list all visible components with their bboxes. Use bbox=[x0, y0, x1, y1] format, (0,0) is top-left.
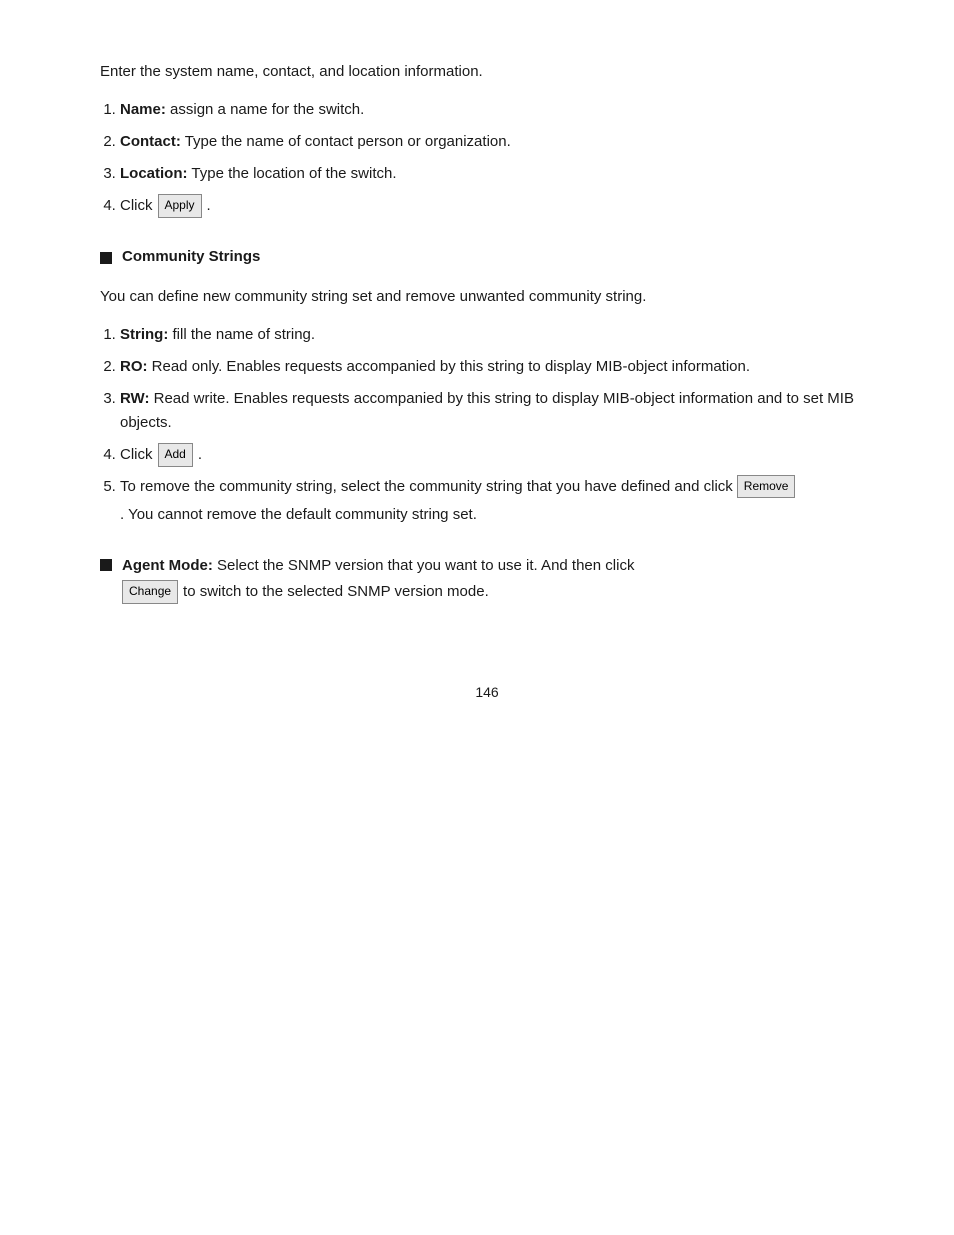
cs-step1-label: String: bbox=[120, 326, 168, 343]
click-prefix: Click bbox=[120, 194, 153, 218]
agent-mode-title: Agent Mode: bbox=[122, 557, 213, 574]
cs-step3-label: RW: bbox=[120, 390, 149, 407]
community-strings-steps: String: fill the name of string. RO: Rea… bbox=[120, 323, 874, 527]
remove-button[interactable]: Remove bbox=[737, 475, 796, 498]
agent-mode-bullet bbox=[100, 559, 112, 571]
cs-step-5: To remove the community string, select t… bbox=[120, 475, 874, 527]
remove-prefix: To remove the community string, select t… bbox=[120, 475, 733, 499]
cs-step2-text: Read only. Enables requests accompanied … bbox=[148, 358, 751, 375]
cs-step-3: RW: Read write. Enables requests accompa… bbox=[120, 387, 874, 435]
click-add-suffix: . bbox=[198, 443, 202, 467]
intro-step-3: Location: Type the location of the switc… bbox=[120, 162, 874, 186]
step2-label: Contact: bbox=[120, 133, 181, 150]
community-strings-header: Community Strings bbox=[100, 248, 874, 265]
intro-step-4: Click Apply. bbox=[120, 194, 874, 218]
step1-label: Name: bbox=[120, 101, 166, 118]
community-strings-title: Community Strings bbox=[122, 248, 260, 265]
change-button[interactable]: Change bbox=[122, 580, 178, 603]
add-click-row: Click Add. bbox=[120, 443, 874, 467]
click-suffix: . bbox=[207, 194, 211, 218]
cs-step3-text: Read write. Enables requests accompanied… bbox=[120, 390, 854, 431]
add-button[interactable]: Add bbox=[158, 443, 193, 466]
apply-click-row: Click Apply. bbox=[120, 194, 874, 218]
agent-mode-title-text: Agent Mode: Select the SNMP version that… bbox=[122, 557, 634, 574]
agent-mode-section: Agent Mode: Select the SNMP version that… bbox=[100, 557, 874, 604]
intro-step-2: Contact: Type the name of contact person… bbox=[120, 130, 874, 154]
cs-step-2: RO: Read only. Enables requests accompan… bbox=[120, 355, 874, 379]
cs-step-4: Click Add. bbox=[120, 443, 874, 467]
intro-description: Enter the system name, contact, and loca… bbox=[100, 60, 874, 84]
community-strings-description: You can define new community string set … bbox=[100, 285, 874, 309]
community-strings-bullet bbox=[100, 252, 112, 264]
intro-step-1: Name: assign a name for the switch. bbox=[120, 98, 874, 122]
step3-text: Type the location of the switch. bbox=[188, 165, 397, 182]
step2-text: Type the name of contact person or organ… bbox=[181, 133, 511, 150]
agent-mode-description: Select the SNMP version that you want to… bbox=[217, 557, 634, 574]
agent-change-row: Change to switch to the selected SNMP ve… bbox=[122, 580, 874, 604]
agent-mode-body: Change to switch to the selected SNMP ve… bbox=[122, 580, 874, 604]
remove-suffix: . You cannot remove the default communit… bbox=[120, 503, 477, 527]
content-wrapper: Enter the system name, contact, and loca… bbox=[100, 60, 874, 700]
apply-button[interactable]: Apply bbox=[158, 194, 202, 217]
cs-step1-text: fill the name of string. bbox=[168, 326, 315, 343]
cs-step-1: String: fill the name of string. bbox=[120, 323, 874, 347]
step3-label: Location: bbox=[120, 165, 188, 182]
agent-mode-header: Agent Mode: Select the SNMP version that… bbox=[100, 557, 874, 574]
page-number: 146 bbox=[100, 684, 874, 700]
click-add-prefix: Click bbox=[120, 443, 153, 467]
step1-text: assign a name for the switch. bbox=[166, 101, 364, 118]
agent-mode-suffix: to switch to the selected SNMP version m… bbox=[183, 580, 489, 604]
remove-row: To remove the community string, select t… bbox=[120, 475, 874, 527]
intro-steps-list: Name: assign a name for the switch. Cont… bbox=[120, 98, 874, 218]
cs-step2-label: RO: bbox=[120, 358, 148, 375]
